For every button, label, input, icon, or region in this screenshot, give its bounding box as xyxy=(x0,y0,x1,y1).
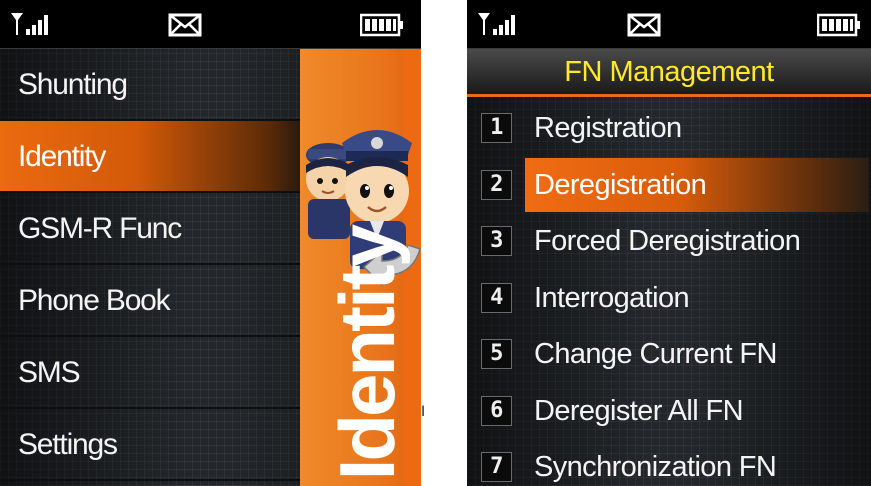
signal-icon xyxy=(11,13,48,35)
envelope-icon xyxy=(168,13,202,37)
menu-item-synchronization-fn[interactable]: 7 Synchronization FN xyxy=(467,439,871,486)
menu-item-label: Shunting xyxy=(18,68,128,101)
item-number: 5 xyxy=(481,339,512,369)
envelope-icon xyxy=(627,13,661,37)
menu-item-deregister-all-fn[interactable]: 6 Deregister All FN xyxy=(467,383,871,440)
status-bar xyxy=(467,0,871,49)
side-banner: Identity xyxy=(300,49,421,486)
menu-item-deregistration[interactable]: 2 Deregistration xyxy=(467,157,871,214)
menu-item-label: Change Current FN xyxy=(534,338,777,370)
menu-item-forced-deregistration[interactable]: 3 Forced Deregistration xyxy=(467,213,871,270)
menu-item-label: Settings xyxy=(18,428,118,461)
menu-item-label: Phone Book xyxy=(18,284,171,317)
status-bar xyxy=(0,0,421,49)
menu-item-gsm-r-func[interactable]: GSM-R Func xyxy=(0,193,300,265)
menu-item-label: GSM-R Func xyxy=(18,212,182,245)
menu-item-settings[interactable]: Settings xyxy=(0,409,300,481)
menu-item-identity[interactable]: Identity xyxy=(0,121,300,193)
battery-icon xyxy=(817,13,860,37)
menu-item-interrogation[interactable]: 4 Interrogation xyxy=(467,270,871,327)
right-phone-screen: FN Management 1 Registration 2 Deregistr… xyxy=(467,0,871,486)
menu-item-label: Synchronization FN xyxy=(534,451,777,483)
menu-item-registration[interactable]: 1 Registration xyxy=(467,100,871,157)
item-number: 7 xyxy=(481,452,512,482)
battery-icon xyxy=(360,13,403,37)
menu-item-phone-book[interactable]: Phone Book xyxy=(0,265,300,337)
left-phone-screen: Shunting Identity GSM-R Func Phone Book … xyxy=(0,0,421,486)
stray-mark: I xyxy=(421,404,426,420)
menu-item-label: Deregistration xyxy=(534,168,707,201)
menu-item-shunting[interactable]: Shunting xyxy=(0,49,300,121)
menu-item-change-current-fn[interactable]: 5 Change Current FN xyxy=(467,326,871,383)
page-title: FN Management xyxy=(467,49,871,97)
signal-icon xyxy=(478,13,515,35)
menu-item-label: Identity xyxy=(18,140,106,173)
item-number: 6 xyxy=(481,395,512,426)
item-number: 4 xyxy=(481,282,512,313)
menu-item-label: SMS xyxy=(18,356,81,389)
side-banner-title: Identity xyxy=(323,226,411,480)
menu-item-sms[interactable]: SMS xyxy=(0,337,300,409)
item-number: 3 xyxy=(481,226,512,256)
menu-item-label: Interrogation xyxy=(534,281,690,314)
main-menu: Shunting Identity GSM-R Func Phone Book … xyxy=(0,49,300,481)
menu-item-label: Deregister All FN xyxy=(534,394,744,427)
item-number: 1 xyxy=(481,113,512,143)
fn-management-menu: 1 Registration 2 Deregistration 3 Forced… xyxy=(467,100,871,486)
menu-item-label: Registration xyxy=(534,112,682,144)
item-number: 2 xyxy=(481,169,512,200)
menu-item-label: Forced Deregistration xyxy=(534,225,801,257)
